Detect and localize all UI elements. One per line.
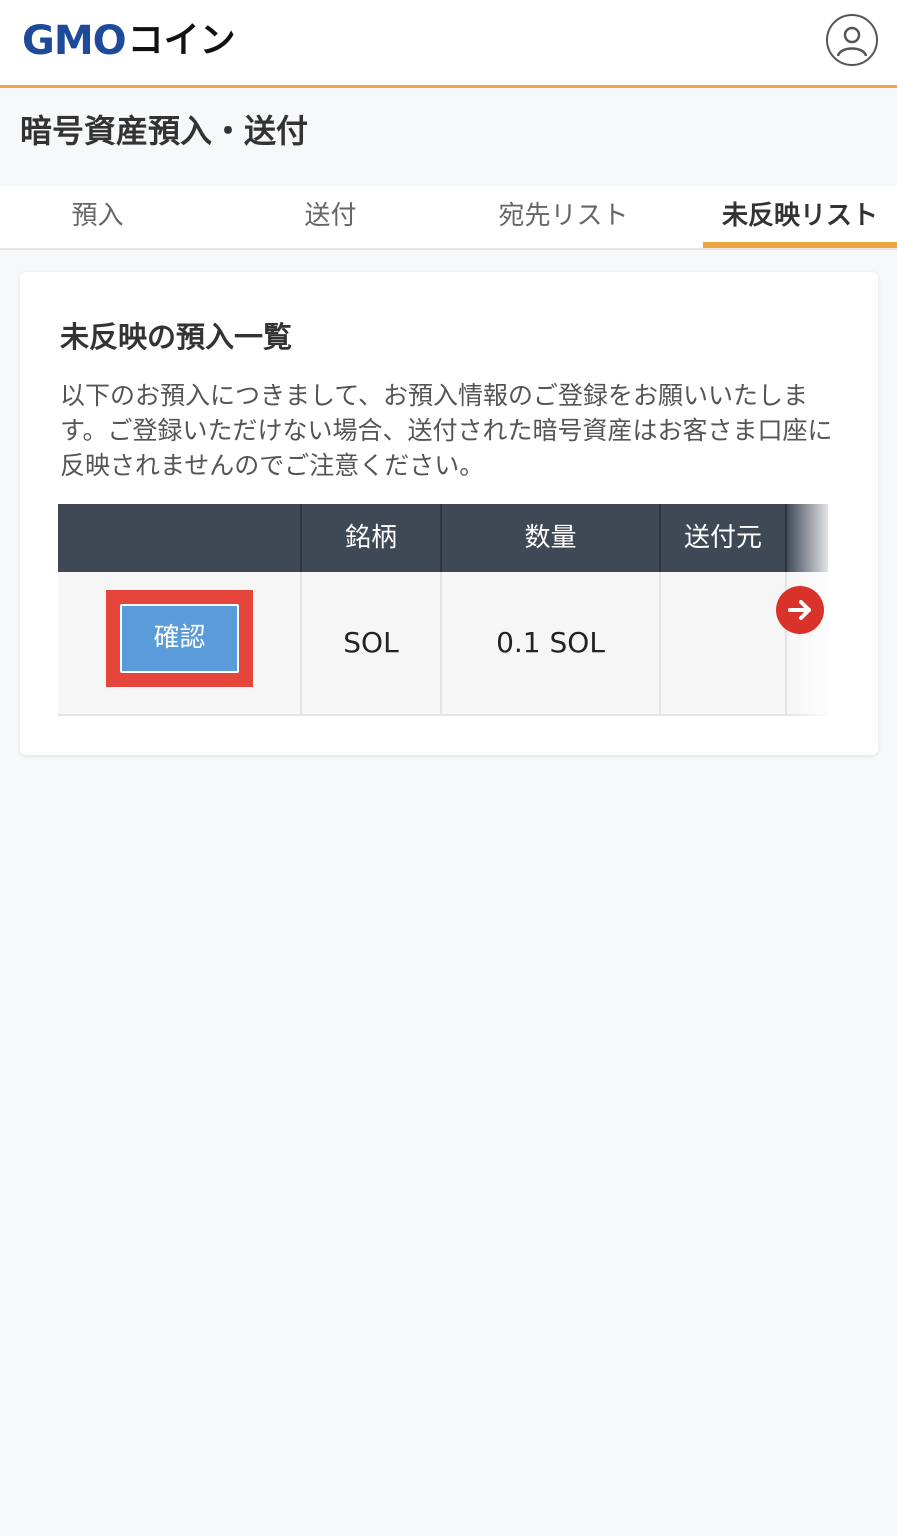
confirm-highlight-box: 確認 xyxy=(106,590,253,687)
card-title: 未反映の預入一覧 xyxy=(60,320,293,354)
tab-deposit[interactable]: 預入 xyxy=(0,186,195,248)
tab-address-list[interactable]: 宛先リスト xyxy=(466,186,661,248)
tab-send[interactable]: 送付 xyxy=(233,186,428,248)
user-circle-icon[interactable] xyxy=(826,14,878,66)
arrow-right-icon[interactable] xyxy=(776,586,824,634)
tab-unreflected-list[interactable]: 未反映リスト xyxy=(703,186,897,248)
arrow-right-svg xyxy=(788,600,811,620)
table-header-action xyxy=(58,504,302,572)
user-icon-svg xyxy=(836,26,868,57)
table-cell-symbol: SOL xyxy=(302,572,442,714)
table-header: 銘柄 数量 送付元 xyxy=(58,504,828,572)
logo-gmo-text: GMO xyxy=(22,18,127,64)
card-description: 以下のお預入につきまして、お預入情報のご登録をお願いいたします。ご登録いただけな… xyxy=(60,381,833,480)
table-header-source: 送付元 xyxy=(661,504,787,572)
logo-coin-text: コイン xyxy=(127,20,236,61)
table-header-amount: 数量 xyxy=(442,504,661,572)
confirm-button[interactable]: 確認 xyxy=(120,604,239,673)
page-title: 暗号資産預入・送付 xyxy=(20,112,309,150)
header: GMO コイン xyxy=(0,0,897,88)
app-root: GMO コイン 暗号資産預入・送付 預入 送付 宛先リスト 未反映リスト 未反映… xyxy=(0,0,897,1536)
gmo-coin-logo[interactable]: GMO コイン xyxy=(22,16,236,66)
table-cell-source xyxy=(661,572,787,714)
active-tab-indicator xyxy=(703,242,897,248)
tab-bar: 預入 送付 宛先リスト 未反映リスト xyxy=(0,186,897,250)
table-header-symbol: 銘柄 xyxy=(302,504,442,572)
table-cell-amount: 0.1 SOL xyxy=(442,572,661,714)
